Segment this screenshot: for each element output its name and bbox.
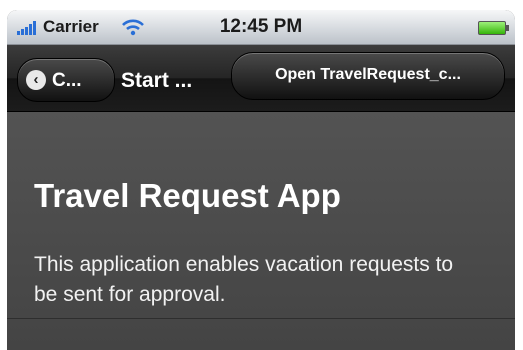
status-time: 12:45 PM [219,16,303,37]
open-button-label: Open TravelRequest_c... [275,66,461,83]
status-bar: Carrier 12:45 PM [7,10,515,45]
back-button[interactable]: ‹ C... [17,58,115,102]
phone-screen: Carrier 12:45 PM ‹ C... Start ... Open T… [7,10,515,350]
divider [7,318,515,319]
nav-title: Start ... [121,69,193,92]
open-travelrequest-button[interactable]: Open TravelRequest_c... [231,52,505,100]
battery-icon [478,21,509,35]
app-description: This application enables vacation reques… [34,253,454,306]
navigation-bar: ‹ C... Start ... Open TravelRequest_c... [7,45,515,112]
page-title: Travel Request App [34,177,341,214]
chevron-left-icon: ‹ [26,70,46,90]
main-content: Travel Request App This application enab… [7,112,515,350]
back-button-label: C... [52,70,82,91]
